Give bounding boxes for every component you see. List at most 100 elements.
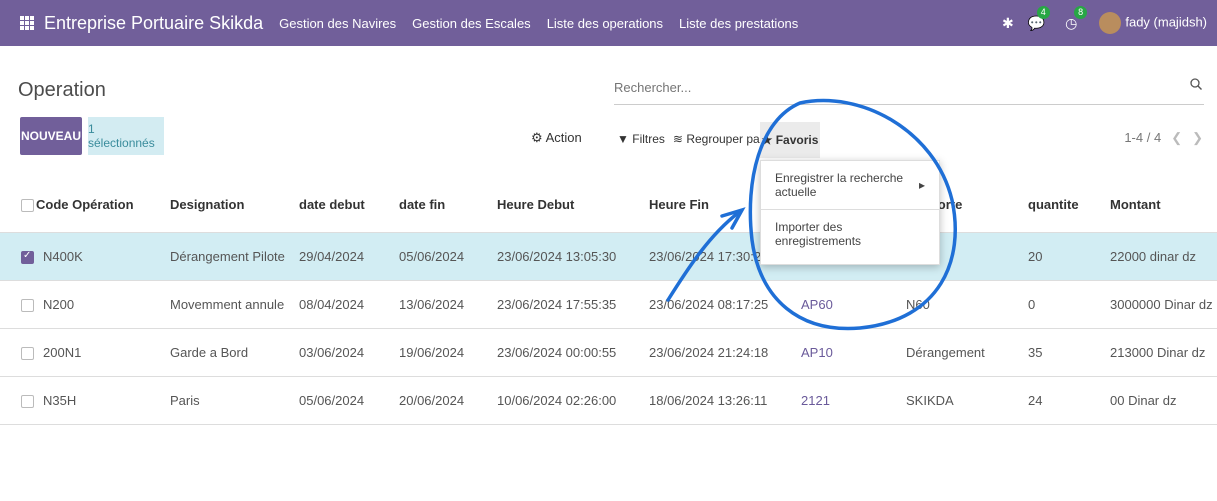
cell-quantite[interactable]: 20 <box>1027 232 1109 281</box>
search-input[interactable] <box>614 72 1154 102</box>
cell-date-fin[interactable]: 05/06/2024 <box>398 232 496 281</box>
cell-heure-fin[interactable]: 23/06/2024 21:24:18 <box>648 328 800 377</box>
cell-poste[interactable]: AP10 <box>800 328 905 377</box>
bug-icon[interactable]: ✱ <box>1002 15 1014 32</box>
gear-icon: ⚙ <box>531 130 543 145</box>
systray: ✱ 💬 4 ◷ 8 fady (majidsh) <box>1002 0 1207 46</box>
col-code-operation[interactable]: Code Opération <box>35 176 169 233</box>
cell-montant[interactable]: 22000 dinar dz <box>1109 232 1217 281</box>
group-by-button[interactable]: ≋ Regrouper par <box>673 132 764 146</box>
star-icon: ★ <box>761 133 773 147</box>
cell-station[interactable]: N60 <box>905 280 1027 329</box>
cell-heure-debut[interactable]: 23/06/2024 00:00:55 <box>496 328 648 377</box>
cell-code[interactable]: N400K <box>35 232 169 281</box>
search-icon[interactable] <box>1190 78 1202 90</box>
cell-date-fin[interactable]: 19/06/2024 <box>398 328 496 377</box>
col-heure-debut[interactable]: Heure Debut <box>496 176 648 233</box>
filter-icon: ▼ <box>617 132 629 146</box>
select-all-cell <box>0 176 35 233</box>
favorites-label: Favoris <box>775 133 819 147</box>
top-navbar: Entreprise Portuaire Skikda Gestion des … <box>0 0 1217 46</box>
cell-montant[interactable]: 3000000 Dinar dz <box>1109 280 1217 329</box>
pager-previous-icon[interactable]: ❮ <box>1171 130 1182 146</box>
search-options: ▼ Filtres ≋ Regrouper par <box>617 132 764 146</box>
cell-code[interactable]: N200 <box>35 280 169 329</box>
menu-liste-prestations[interactable]: Liste des prestations <box>679 16 798 31</box>
table-row[interactable]: N35H Paris 05/06/2024 20/06/2024 10/06/2… <box>0 376 1217 425</box>
cell-date-debut[interactable]: 03/06/2024 <box>298 328 398 377</box>
new-button[interactable]: NOUVEAU <box>20 117 82 155</box>
cell-designation[interactable]: Dérangement Pilote <box>169 232 298 281</box>
menu-gestion-escales[interactable]: Gestion des Escales <box>412 16 531 31</box>
cell-code[interactable]: 200N1 <box>35 328 169 377</box>
row-select-cell <box>0 280 35 329</box>
cell-code[interactable]: N35H <box>35 376 169 425</box>
group-by-label: Regrouper par <box>686 132 764 146</box>
row-checkbox[interactable] <box>21 299 34 313</box>
cell-designation[interactable]: Movemment annule <box>169 280 298 329</box>
col-date-fin[interactable]: date fin <box>398 176 496 233</box>
apps-menu-icon[interactable] <box>20 16 34 30</box>
operations-table: Code Opération Designation date debut da… <box>0 176 1217 425</box>
pager-next-icon[interactable]: ❯ <box>1192 130 1203 146</box>
user-menu[interactable]: fady (majidsh) <box>1099 12 1207 34</box>
cell-designation[interactable]: Paris <box>169 376 298 425</box>
cell-date-debut[interactable]: 29/04/2024 <box>298 232 398 281</box>
cell-montant[interactable]: 00 Dinar dz <box>1109 376 1217 425</box>
cell-date-fin[interactable]: 20/06/2024 <box>398 376 496 425</box>
pager: 1-4 / 4 ❮ ❯ <box>1124 130 1203 146</box>
activities-icon[interactable]: ◷ 8 <box>1065 5 1088 32</box>
cell-heure-fin[interactable]: 18/06/2024 13:26:11 <box>648 376 800 425</box>
col-quantite[interactable]: quantite <box>1027 176 1109 233</box>
menu-liste-operations[interactable]: Liste des operations <box>547 16 663 31</box>
cell-quantite[interactable]: 35 <box>1027 328 1109 377</box>
favorites-button[interactable]: ★ Favoris <box>760 122 820 158</box>
user-name: fady (majidsh) <box>1125 14 1207 30</box>
layers-icon: ≋ <box>672 132 683 146</box>
save-current-search-label: Enregistrer la recherche actuelle <box>775 171 904 199</box>
pager-value[interactable]: 1-4 / 4 <box>1124 130 1161 146</box>
cell-heure-debut[interactable]: 23/06/2024 13:05:30 <box>496 232 648 281</box>
row-checkbox[interactable] <box>21 395 34 409</box>
import-records-item[interactable]: Importer des enregistrements <box>761 210 939 258</box>
cell-designation[interactable]: Garde a Bord <box>169 328 298 377</box>
cell-heure-debut[interactable]: 23/06/2024 17:55:35 <box>496 280 648 329</box>
table-row[interactable]: N200 Movemment annule 08/04/2024 13/06/2… <box>0 280 1217 329</box>
messages-icon[interactable]: 💬 4 <box>1028 5 1050 32</box>
search-bar <box>614 72 1204 105</box>
cell-quantite[interactable]: 0 <box>1027 280 1109 329</box>
cell-heure-debut[interactable]: 10/06/2024 02:26:00 <box>496 376 648 425</box>
app-brand[interactable]: Entreprise Portuaire Skikda <box>44 13 263 34</box>
cell-date-debut[interactable]: 05/06/2024 <box>298 376 398 425</box>
cell-poste[interactable]: AP60 <box>800 280 905 329</box>
row-select-cell <box>0 232 35 281</box>
row-checkbox[interactable] <box>21 347 34 361</box>
row-select-cell <box>0 376 35 425</box>
col-montant[interactable]: Montant <box>1109 176 1217 233</box>
cell-heure-fin[interactable]: 23/06/2024 08:17:25 <box>648 280 800 329</box>
table-row[interactable]: 200N1 Garde a Bord 03/06/2024 19/06/2024… <box>0 328 1217 377</box>
cell-station[interactable]: SKIKDA <box>905 376 1027 425</box>
col-designation[interactable]: Designation <box>169 176 298 233</box>
page-title: Operation <box>18 79 106 101</box>
table-row[interactable]: N400K Dérangement Pilote 29/04/2024 05/0… <box>0 232 1217 281</box>
cell-poste[interactable]: 2121 <box>800 376 905 425</box>
cell-quantite[interactable]: 24 <box>1027 376 1109 425</box>
action-label: Action <box>545 130 582 145</box>
action-button[interactable]: ⚙ Action <box>531 130 582 146</box>
favorites-dropdown: Enregistrer la recherche actuelle ▸ Impo… <box>760 160 940 265</box>
select-all-checkbox[interactable] <box>21 198 34 212</box>
import-records-label: Importer des enregistrements <box>775 220 862 248</box>
save-current-search-item[interactable]: Enregistrer la recherche actuelle ▸ <box>761 161 939 209</box>
row-checkbox[interactable] <box>21 250 34 265</box>
messages-badge: 4 <box>1036 5 1050 19</box>
activities-badge: 8 <box>1074 5 1088 19</box>
filters-button[interactable]: ▼ Filtres <box>617 132 665 146</box>
cell-station[interactable]: Dérangement <box>905 328 1027 377</box>
menu-gestion-navires[interactable]: Gestion des Navires <box>279 16 396 31</box>
cell-date-fin[interactable]: 13/06/2024 <box>398 280 496 329</box>
col-date-debut[interactable]: date debut <box>298 176 398 233</box>
cell-montant[interactable]: 213000 Dinar dz <box>1109 328 1217 377</box>
caret-right-icon: ▸ <box>918 178 925 192</box>
cell-date-debut[interactable]: 08/04/2024 <box>298 280 398 329</box>
